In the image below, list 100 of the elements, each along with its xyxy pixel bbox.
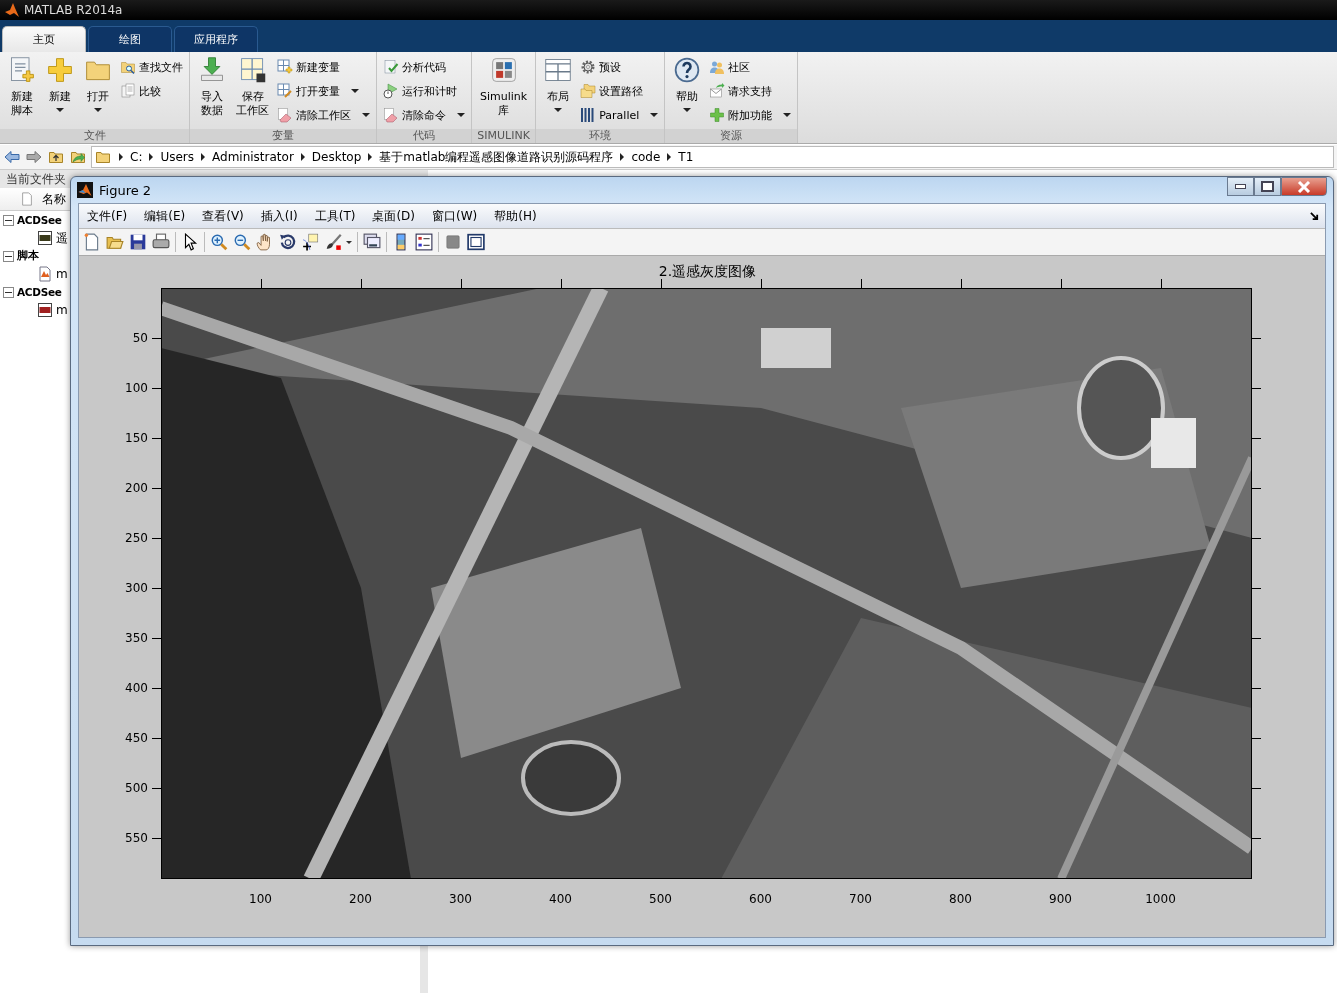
collapse-toggle[interactable] (3, 214, 14, 226)
layout-icon (544, 56, 573, 84)
tick-mark (1252, 837, 1261, 839)
tick-label: 200 (125, 480, 148, 495)
ribbon-button[interactable]: 保存 工作区 (232, 56, 273, 129)
group-label: 变量 (190, 129, 376, 143)
frame-icon[interactable] (467, 233, 485, 251)
menu-item[interactable]: 桌面(D) (372, 207, 424, 225)
file-icon (20, 191, 34, 207)
tick-mark (152, 537, 161, 539)
tick-mark (660, 279, 662, 288)
ribbon-button[interactable]: 帮助 (669, 56, 706, 129)
minimize-button[interactable] (1227, 177, 1254, 196)
path-segment[interactable]: Desktop (311, 150, 362, 164)
path-segment[interactable]: T1 (678, 150, 694, 164)
tree-node[interactable]: 脚本 (17, 249, 39, 263)
menu-item[interactable]: 帮助(H) (494, 207, 546, 225)
ribbon-button[interactable]: 新建变量 (275, 56, 372, 78)
ribbon-button[interactable]: Parallel (578, 104, 661, 126)
zoom-in-icon[interactable] (210, 233, 228, 251)
tick-mark (152, 487, 161, 489)
dock-arrow-icon[interactable] (1310, 211, 1319, 221)
people-icon (709, 59, 726, 75)
ribbon-button[interactable]: 布局 (540, 56, 577, 129)
tick-mark (1252, 787, 1261, 789)
address-bar[interactable]: C: Users Administrator Desktop 基于matlab编程遥感图像道路识别源码程序 code T1 (91, 146, 1334, 168)
tick-mark (152, 787, 161, 789)
help-icon (673, 56, 702, 84)
ribbon-button[interactable]: 打开 (80, 56, 116, 129)
save-icon[interactable] (129, 233, 147, 251)
tick-mark (1252, 637, 1261, 639)
close-button[interactable] (1281, 177, 1327, 196)
path-segment[interactable]: C: (130, 150, 143, 164)
tree-node[interactable]: ACDSee (17, 214, 62, 226)
ribbon-button[interactable]: 打开变量 (275, 80, 372, 102)
ribbon-button[interactable]: 设置路径 (578, 80, 661, 102)
ribbon-button[interactable]: 导入 数据 (194, 56, 230, 129)
maximize-button[interactable] (1254, 177, 1281, 196)
ribbon-button[interactable]: 查找文件 (118, 56, 185, 78)
ribbon-button[interactable]: 运行和计时 (381, 80, 467, 102)
legend-icon[interactable] (415, 233, 433, 251)
tick-mark (1060, 279, 1062, 288)
menu-item[interactable]: 插入(I) (260, 207, 307, 225)
menu-item[interactable]: 编辑(E) (144, 207, 195, 225)
ribbon-button[interactable]: 社区 (707, 56, 794, 78)
new-document-icon[interactable] (83, 233, 101, 251)
square-icon[interactable] (444, 233, 462, 251)
path-segment[interactable]: 基于matlab编程遥感图像道路识别源码程序 (379, 148, 614, 166)
file-item[interactable]: 遥 (56, 229, 68, 247)
ribbon-button[interactable]: 比较 (118, 80, 185, 102)
menu-item[interactable]: 查看(V) (202, 207, 253, 225)
path-segment[interactable]: code (631, 150, 661, 164)
link-icon[interactable] (363, 233, 381, 251)
collapse-toggle[interactable] (3, 250, 14, 262)
group-label: 资源 (665, 129, 798, 143)
caret-icon[interactable] (346, 240, 352, 244)
ribbon-button[interactable]: Simulink 库 (476, 56, 532, 129)
brush-icon[interactable] (325, 233, 343, 251)
ribbon-button[interactable]: 请求支持 (707, 80, 794, 102)
document-check-icon (383, 59, 399, 75)
ribbon-button[interactable]: 清除工作区 (275, 104, 372, 126)
window-title: MATLAB R2014a (24, 3, 123, 17)
path-segment[interactable]: Users (160, 150, 195, 164)
forward-arrow-icon[interactable] (25, 149, 43, 165)
axes-title: 2.遥感灰度图像 (657, 264, 758, 278)
back-arrow-icon[interactable] (3, 149, 21, 165)
tick-label: 50 (132, 330, 148, 345)
image-file-icon (37, 302, 53, 318)
ribbon-button[interactable]: 预设 (578, 56, 661, 78)
column-header[interactable]: 名称 (42, 190, 66, 208)
folder-up-icon[interactable] (47, 149, 65, 165)
ribbon-tab[interactable]: 应用程序 (174, 26, 258, 52)
tick-label: 400 (125, 680, 148, 695)
ribbon-button[interactable]: 清除命令 (381, 104, 467, 126)
eraser-icon (277, 107, 293, 123)
ribbon-button[interactable]: 分析代码 (381, 56, 467, 78)
tick-mark (1252, 587, 1261, 589)
print-icon[interactable] (152, 233, 170, 251)
tree-node[interactable]: ACDSee (17, 286, 62, 298)
ribbon-tab[interactable]: 绘图 (88, 26, 172, 52)
collapse-toggle[interactable] (3, 286, 14, 298)
file-item[interactable]: m (56, 267, 68, 281)
ribbon-tab[interactable]: 主页 (2, 26, 86, 52)
separator-icon (620, 153, 625, 161)
path-segment[interactable]: Administrator (212, 150, 294, 164)
data-cursor-icon[interactable] (302, 233, 320, 251)
zoom-out-icon[interactable] (233, 233, 251, 251)
tick-label: 400 (549, 892, 572, 906)
settings-icon (580, 59, 597, 75)
folders-icon (580, 83, 597, 99)
menu-item[interactable]: 工具(T) (314, 207, 365, 225)
ribbon-button[interactable]: 附加功能 (707, 104, 794, 126)
menu-item[interactable]: 窗口(W) (432, 207, 487, 225)
file-item[interactable]: m (56, 303, 68, 317)
menu-item[interactable]: 文件(F) (87, 207, 137, 225)
ribbon-button[interactable]: 新建 脚本 (4, 56, 40, 129)
rotate-icon[interactable] (279, 233, 297, 251)
ribbon-button[interactable]: 新建 (42, 56, 78, 129)
tick-mark (152, 387, 161, 389)
tick-label: 200 (349, 892, 372, 906)
